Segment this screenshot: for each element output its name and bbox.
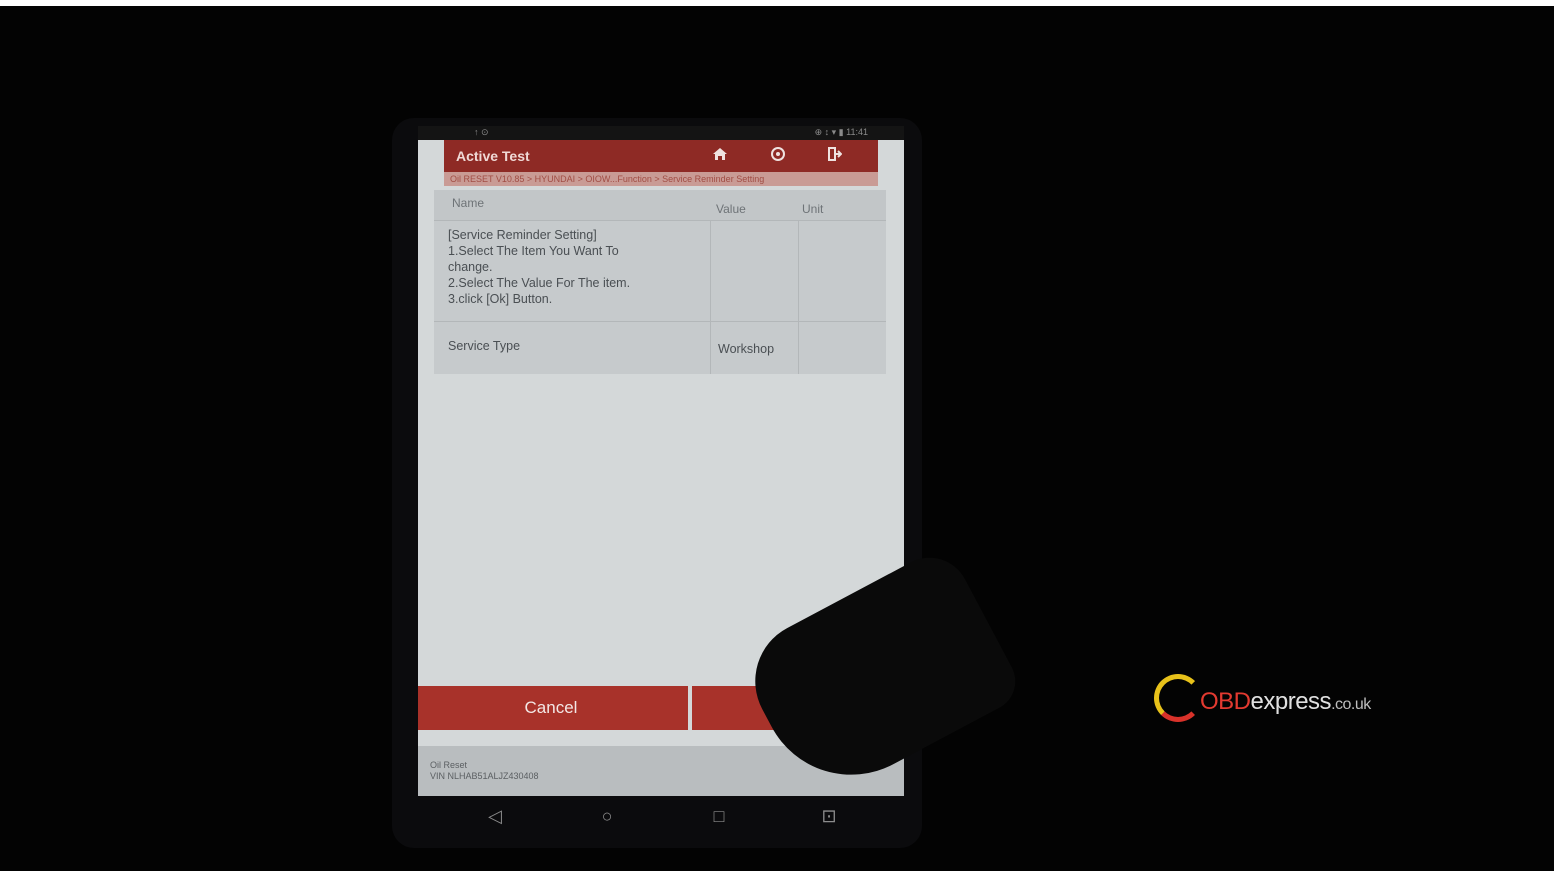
column-divider [798, 221, 799, 321]
logo-ring-icon [1154, 674, 1202, 722]
table-header: Name Value Unit [434, 190, 886, 220]
obdexpress-logo: OBDexpress.co.uk [1150, 668, 1410, 738]
column-divider [798, 322, 799, 374]
header-value: Value [716, 202, 746, 216]
home-icon[interactable] [710, 146, 730, 166]
column-divider [710, 322, 711, 374]
logo-text: OBDexpress.co.uk [1200, 688, 1371, 715]
screenshot-icon[interactable]: ⊡ [814, 806, 844, 827]
header-name: Name [452, 196, 485, 210]
cancel-button[interactable]: Cancel [418, 686, 688, 730]
row-name-instructions: [Service Reminder Setting] 1.Select The … [448, 228, 631, 306]
data-table: Name Value Unit [Service Reminder Settin… [434, 190, 886, 374]
status-bar: ↑ ⊙ ⊕ ↕ ▾ ▮ 11:41 [418, 126, 904, 140]
page-title: Active Test [456, 148, 530, 164]
row-value-service-type: Workshop [718, 342, 775, 356]
recents-icon[interactable]: □ [704, 806, 734, 827]
status-right-icons: ⊕ ↕ ▾ ▮ 11:41 [814, 127, 868, 137]
image-top-border [0, 0, 1554, 6]
column-divider [710, 221, 711, 321]
header-unit: Unit [802, 202, 824, 216]
back-icon[interactable]: ◁ [480, 806, 510, 827]
table-row[interactable]: [Service Reminder Setting] 1.Select The … [434, 220, 886, 321]
exit-icon[interactable] [824, 146, 844, 166]
footer-vin: VIN NLHAB51ALJZ430408 [430, 771, 539, 781]
status-left-icons: ↑ ⊙ [474, 127, 489, 137]
title-bar: Active Test [444, 140, 878, 172]
footer-text: Oil Reset VIN NLHAB51ALJZ430408 [430, 760, 539, 782]
android-nav-bar: ◁ ○ □ ⊡ [418, 798, 904, 838]
breadcrumb: Oil RESET V10.85 > HYUNDAI > OIOW...Func… [444, 172, 878, 186]
row-name-service-type: Service Type [448, 339, 521, 353]
table-row[interactable]: Service Type Workshop [434, 321, 886, 374]
footer-function: Oil Reset [430, 760, 468, 770]
print-icon[interactable] [768, 146, 788, 166]
home-nav-icon[interactable]: ○ [592, 806, 622, 827]
